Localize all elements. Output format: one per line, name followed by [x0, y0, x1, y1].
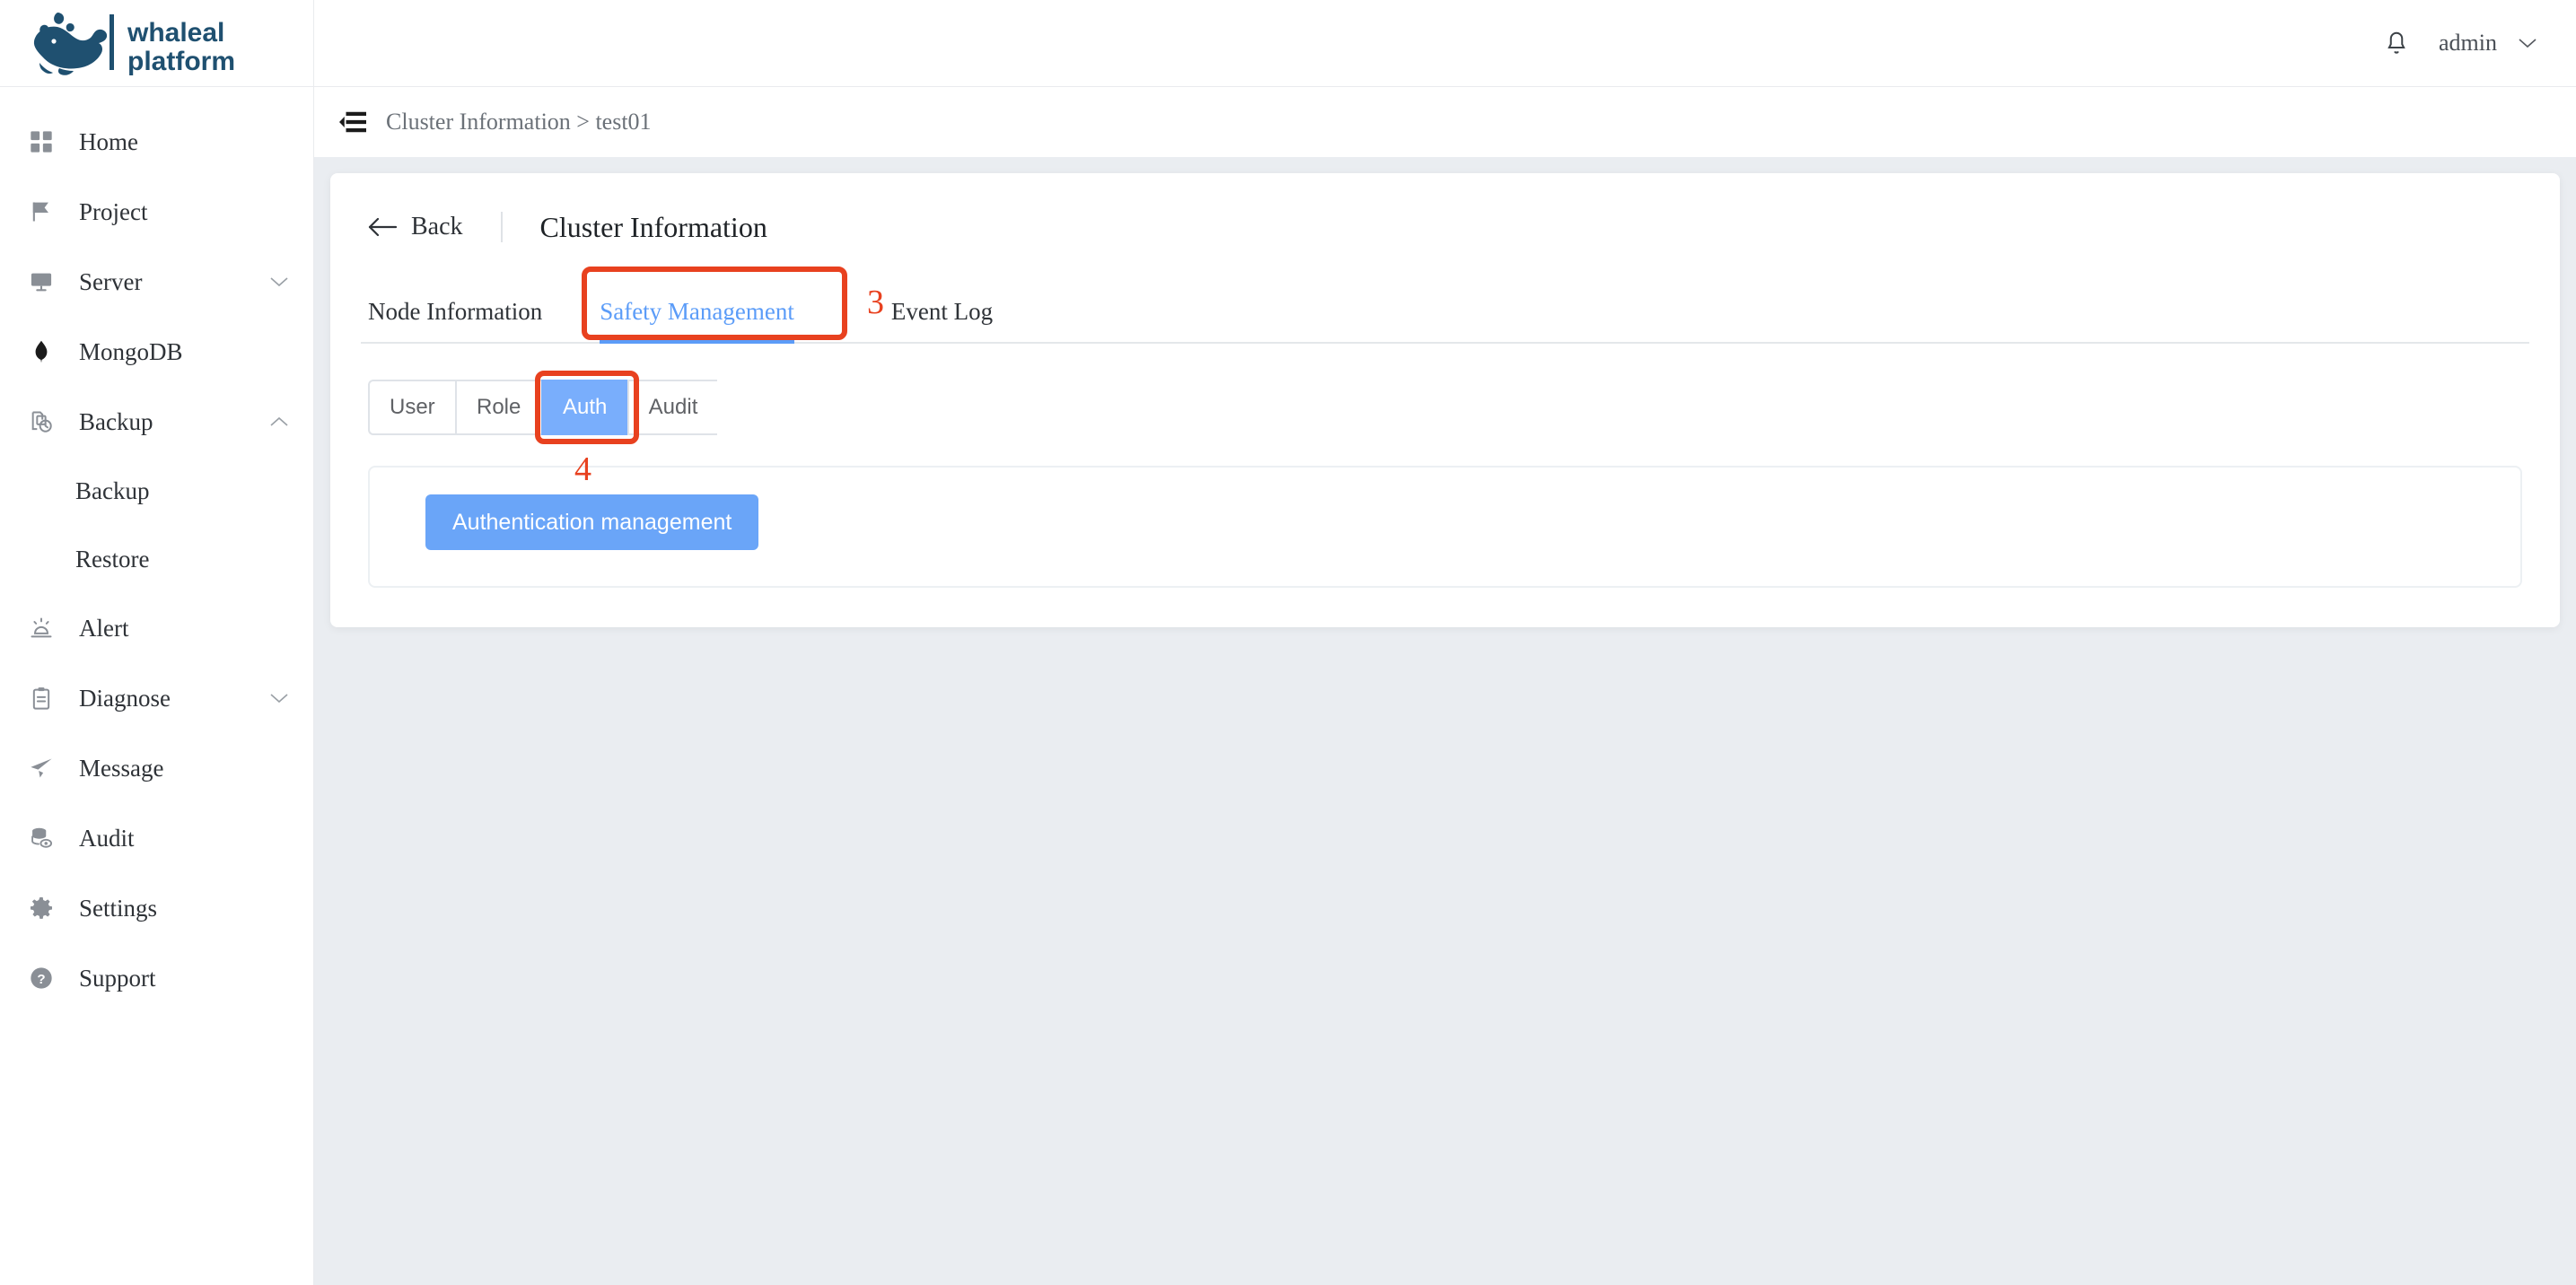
tab-safety-management[interactable]: Safety Management: [600, 298, 794, 342]
sidebar-item-label: Support: [79, 965, 156, 992]
question-circle-icon: ?: [23, 960, 59, 996]
sidebar-item-support[interactable]: ? Support: [0, 943, 313, 1013]
sidebar-subitem-restore[interactable]: Restore: [0, 525, 313, 593]
sidebar-subitem-label: Restore: [75, 546, 149, 573]
app-root: whaleal platform admin: [0, 0, 2576, 1285]
tab-event-log[interactable]: Event Log: [891, 298, 993, 342]
subtab-auth[interactable]: Auth: [541, 380, 627, 435]
page-title: Cluster Information: [540, 211, 767, 244]
sidebar-item-settings[interactable]: Settings: [0, 873, 313, 943]
sidebar-item-label: Server: [79, 268, 142, 296]
send-paper-plane-icon: [23, 750, 59, 786]
content-canvas: Back Cluster Information Node Informatio…: [314, 157, 2576, 1285]
chevron-down-icon: [2517, 37, 2538, 49]
sidebar-item-audit[interactable]: Audit: [0, 803, 313, 873]
chevron-down-icon[interactable]: [268, 275, 290, 288]
sidebar-item-label: Backup: [79, 408, 153, 436]
sidebar-item-label: Diagnose: [79, 685, 171, 712]
sidebar-item-backup[interactable]: Backup: [0, 387, 313, 457]
user-name-label: admin: [2439, 30, 2497, 57]
subtab-role[interactable]: Role: [455, 380, 541, 435]
sidebar-subitem-backup[interactable]: Backup: [0, 457, 313, 525]
authentication-management-button[interactable]: Authentication management: [425, 494, 758, 550]
flag-icon: [23, 194, 59, 230]
arrow-left-icon: [368, 215, 397, 239]
user-menu[interactable]: admin: [2439, 30, 2538, 57]
svg-text:?: ?: [37, 972, 45, 987]
subtab-audit[interactable]: Audit: [627, 380, 718, 435]
svg-text:platform: platform: [127, 47, 235, 76]
card-header: Back Cluster Information: [361, 197, 2529, 258]
whaleal-logo-icon: whaleal platform: [23, 9, 293, 77]
sidebar-item-label: Project: [79, 198, 147, 226]
sidebar-item-label: MongoDB: [79, 338, 183, 366]
sidebar-item-label: Alert: [79, 615, 128, 642]
sidebar-nav: Home Project Server: [0, 87, 314, 1285]
tab-node-information[interactable]: Node Information: [368, 298, 542, 342]
auth-panel: Authentication management: [368, 466, 2522, 588]
annotation-number-3: 3: [867, 283, 884, 322]
cluster-information-card: Back Cluster Information Node Informatio…: [330, 173, 2560, 627]
sidebar-item-mongodb[interactable]: MongoDB: [0, 317, 313, 387]
subtab-group: User Role Auth Audit 4: [368, 380, 2529, 435]
sidebar-item-server[interactable]: Server: [0, 247, 313, 317]
back-label: Back: [411, 213, 463, 241]
sidebar-item-label: Message: [79, 755, 163, 782]
content-area: Cluster Information > test01 Back Cluste…: [314, 87, 2576, 1285]
subtab-user[interactable]: User: [368, 380, 455, 435]
sidebar-subitem-label: Backup: [75, 477, 149, 505]
breadcrumb: Cluster Information > test01: [314, 87, 2576, 157]
breadcrumb-text: Cluster Information > test01: [386, 109, 652, 135]
sidebar-item-alert[interactable]: Alert: [0, 593, 313, 663]
sidebar-item-project[interactable]: Project: [0, 177, 313, 247]
database-eye-icon: [23, 820, 59, 856]
clipboard-icon: [23, 680, 59, 716]
alarm-siren-icon: [23, 610, 59, 646]
notification-bell-icon[interactable]: [2381, 28, 2412, 58]
backup-clock-icon: [23, 404, 59, 440]
gear-icon: [23, 890, 59, 926]
menu-fold-icon[interactable]: [337, 107, 368, 137]
page-body: Home Project Server: [0, 87, 2576, 1285]
sidebar-item-diagnose[interactable]: Diagnose: [0, 663, 313, 733]
svg-text:whaleal: whaleal: [127, 18, 224, 48]
grid-icon: [23, 124, 59, 160]
header-actions: admin: [2381, 28, 2576, 58]
mongodb-leaf-icon: [23, 334, 59, 370]
sidebar-item-home[interactable]: Home: [0, 107, 313, 177]
sidebar-item-label: Settings: [79, 895, 157, 922]
sidebar-item-label: Audit: [79, 825, 135, 852]
chevron-up-icon[interactable]: [268, 415, 290, 428]
monitor-icon: [23, 264, 59, 300]
header-divider: [501, 212, 503, 242]
sidebar-item-message[interactable]: Message: [0, 733, 313, 803]
tab-bar: Node Information Safety Management Event…: [361, 281, 2529, 344]
chevron-down-icon[interactable]: [268, 692, 290, 704]
brand-logo[interactable]: whaleal platform: [0, 0, 314, 87]
sidebar-item-label: Home: [79, 128, 138, 156]
top-header: whaleal platform admin: [0, 0, 2576, 87]
back-button[interactable]: Back: [368, 213, 463, 241]
